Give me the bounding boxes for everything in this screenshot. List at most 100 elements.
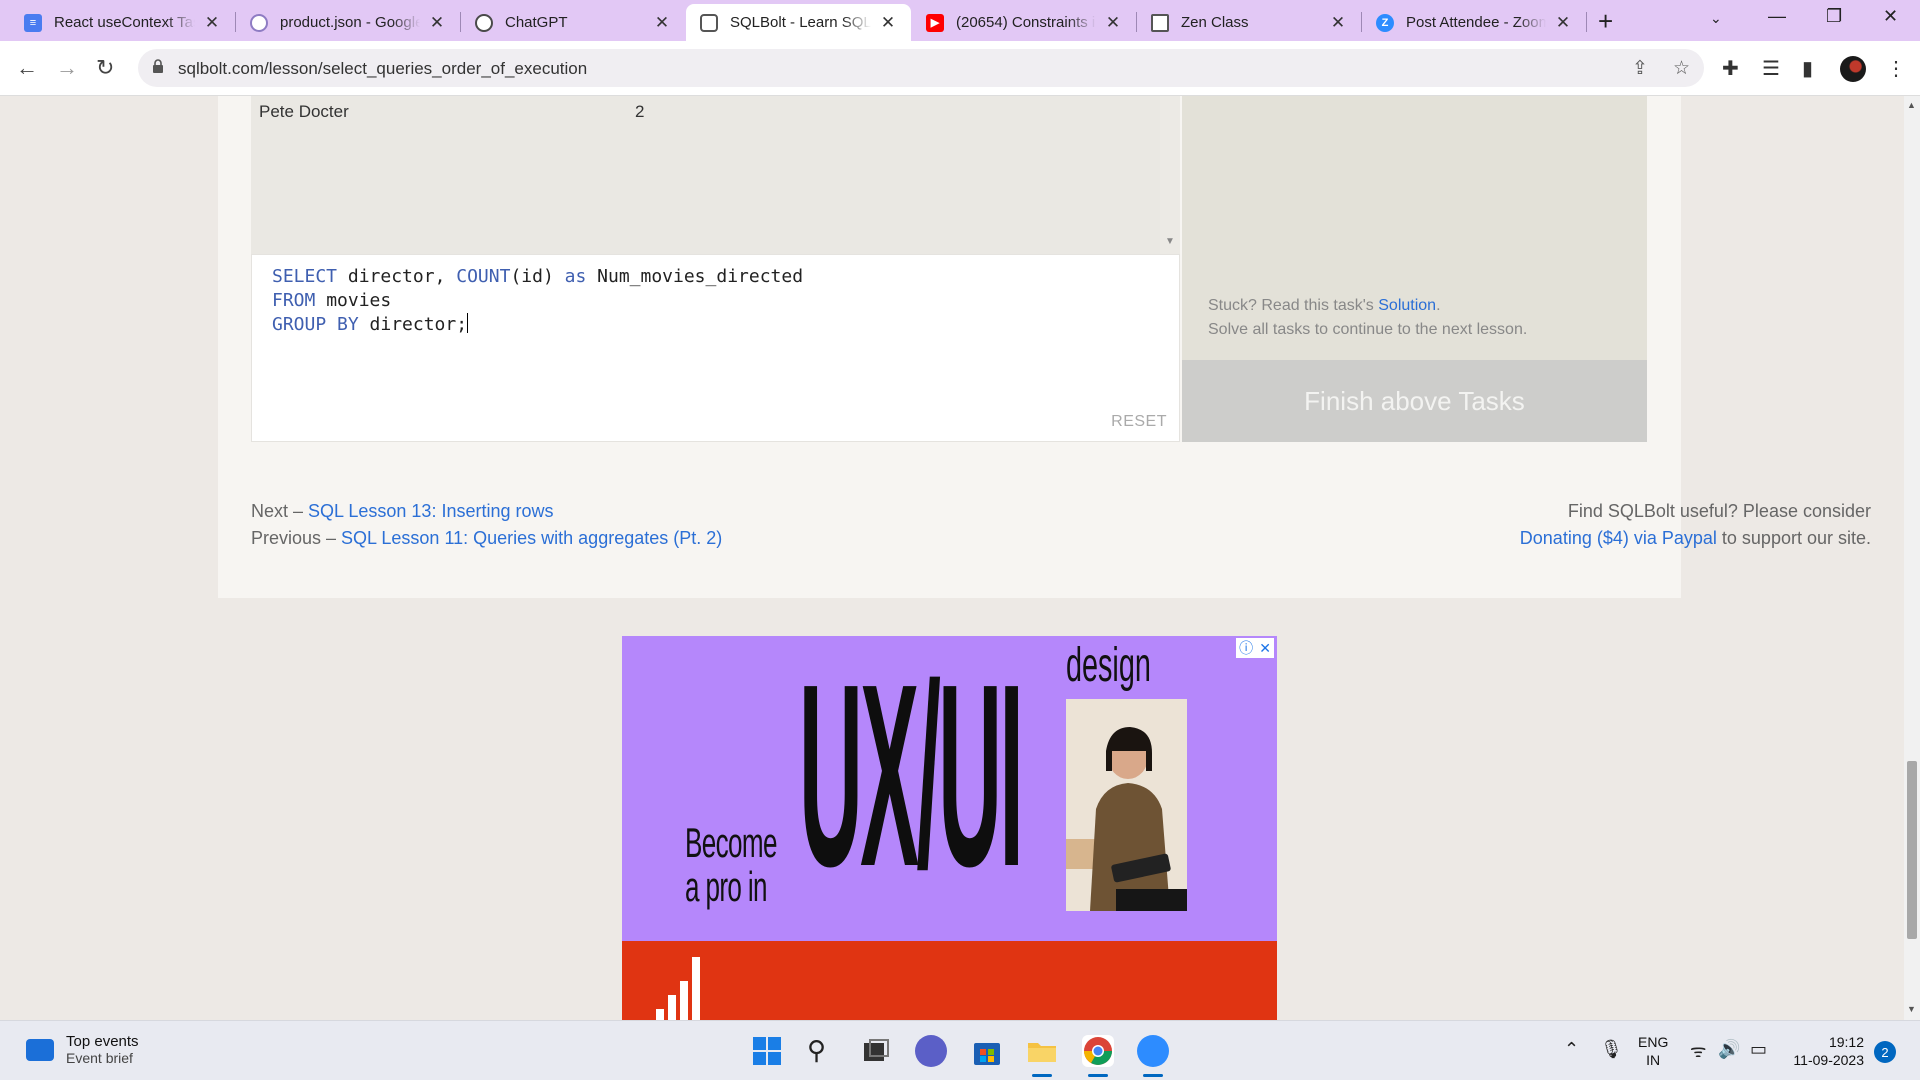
start-icon[interactable] [751, 1035, 783, 1067]
code-line-3: GROUP BY director; [272, 313, 469, 335]
code-line-2: FROM movies [272, 290, 392, 311]
doc-icon: ≡ [24, 13, 42, 32]
windows-logo-icon [753, 1037, 781, 1065]
close-tab-icon[interactable]: ✕ [203, 13, 221, 33]
share-icon[interactable]: ⇪ [1632, 57, 1648, 80]
task-panel: Stuck? Read this task's Solution. Solve … [1182, 96, 1647, 360]
browser-tab-strip: ≡ React useContext Task ✕ product.json -… [0, 0, 1920, 41]
extensions-icon[interactable]: ✚ [1722, 56, 1739, 81]
scroll-up-icon[interactable]: ▲ [1907, 100, 1916, 110]
ad-bars-logo-icon [656, 957, 700, 1020]
solution-link[interactable]: Solution [1378, 297, 1436, 314]
reset-button[interactable]: RESET [1111, 413, 1167, 431]
show-hidden-icons-chevron[interactable]: ⌃ [1564, 1039, 1579, 1060]
back-icon[interactable]: ← [16, 55, 38, 81]
zoom-app-icon[interactable] [1137, 1035, 1169, 1077]
reload-icon[interactable]: ↻ [96, 55, 114, 81]
close-tab-icon[interactable]: ✕ [1329, 13, 1347, 33]
ad-headline: UX/UI [799, 636, 1024, 921]
tab-zen-class[interactable]: Zen Class ✕ [1137, 4, 1361, 41]
finish-tasks-button[interactable]: Finish above Tasks [1182, 360, 1647, 442]
database-icon [700, 13, 718, 32]
ad-close-icon[interactable]: ✕ [1259, 640, 1271, 657]
minimize-icon[interactable]: — [1768, 6, 1786, 27]
zoom-icon: Z [1376, 13, 1394, 32]
result-cell-count: 2 [635, 102, 645, 121]
widgets-icon [26, 1038, 54, 1061]
tab-chatgpt[interactable]: ChatGPT ✕ [461, 4, 685, 41]
page-viewport: Pete Docter 2 ▼ SELECT director, COUNT(i… [0, 96, 1904, 1020]
page-icon [1151, 13, 1169, 32]
file-explorer-icon[interactable] [1026, 1035, 1058, 1077]
profile-avatar[interactable] [1840, 56, 1866, 82]
windows-taskbar: Top events Event brief ⚲ ⌃ 🎙 ENG IN ᯤ 🔊 … [0, 1020, 1920, 1080]
scroll-down-icon[interactable]: ▼ [1907, 1004, 1916, 1014]
drive-icon [250, 13, 268, 32]
result-cell-director: Pete Docter [259, 102, 349, 121]
microphone-icon[interactable]: 🎙 [1600, 1039, 1623, 1060]
ad-lower-banner [622, 941, 1277, 1020]
text-caret [467, 313, 469, 333]
ad-choices[interactable]: ⓘ ✕ [1236, 638, 1274, 658]
new-tab-icon[interactable]: + [1598, 6, 1613, 37]
youtube-icon: ▶ [926, 13, 944, 32]
next-lesson-link[interactable]: SQL Lesson 13: Inserting rows [308, 501, 553, 521]
continue-hint: Solve all tasks to continue to the next … [1208, 321, 1528, 338]
microsoft-store-icon[interactable] [971, 1035, 1003, 1067]
sql-code[interactable]: SELECT director, COUNT(id) as Num_movies… [272, 265, 803, 337]
advertisement-banner[interactable]: Become a pro in UX/UI design ⓘ ✕ [622, 636, 1277, 1020]
restore-icon[interactable]: ❐ [1826, 6, 1842, 27]
search-icon[interactable]: ⚲ [807, 1035, 839, 1067]
address-bar[interactable]: sqlbolt.com/lesson/select_queries_order_… [138, 49, 1704, 87]
menu-kebab-icon[interactable]: ⋮ [1886, 56, 1906, 81]
lesson-navigation: Next – SQL Lesson 13: Inserting rows Pre… [251, 501, 723, 548]
previous-lesson-link[interactable]: SQL Lesson 11: Queries with aggregates (… [341, 528, 722, 548]
reading-list-icon[interactable]: ☰ [1762, 56, 1780, 81]
tab-product-json[interactable]: product.json - Google ✕ [236, 4, 460, 41]
tab-sqlbolt[interactable]: SQLBolt - Learn SQL - ✕ [686, 4, 911, 41]
url-text[interactable]: sqlbolt.com/lesson/select_queries_order_… [178, 59, 587, 79]
wifi-icon[interactable]: ᯤ [1690, 1039, 1706, 1063]
ad-become-text: Become a pro in [685, 819, 777, 910]
scroll-down-icon[interactable]: ▼ [1165, 236, 1175, 247]
tab-react-usecontext[interactable]: ≡ React useContext Task ✕ [10, 4, 235, 41]
tab-youtube-constraints[interactable]: ▶ (20654) Constraints in ✕ [912, 4, 1136, 41]
results-scrollbar[interactable]: ▼ [1160, 96, 1180, 254]
stuck-help: Stuck? Read this task's Solution. Solve … [1208, 294, 1527, 342]
sql-editor[interactable]: SELECT director, COUNT(id) as Num_movies… [251, 254, 1180, 442]
widgets-button[interactable]: Top events Event brief [26, 1033, 139, 1066]
close-tab-icon[interactable]: ✕ [1554, 13, 1572, 33]
close-tab-icon[interactable]: ✕ [879, 13, 897, 33]
close-tab-icon[interactable]: ✕ [1104, 13, 1122, 33]
page-scrollbar[interactable]: ▲ ▼ [1904, 96, 1920, 1020]
donate-note: Find SQLBolt useful? Please consider Don… [1519, 501, 1871, 548]
browser-toolbar: ← → ↻ sqlbolt.com/lesson/select_queries_… [0, 41, 1920, 96]
lock-icon[interactable] [152, 59, 164, 74]
notification-badge[interactable]: 2 [1874, 1041, 1896, 1063]
code-line-1: SELECT director, COUNT(id) as Num_movies… [272, 266, 804, 287]
language-indicator[interactable]: ENG IN [1638, 1033, 1668, 1069]
scrollbar-thumb[interactable] [1907, 761, 1917, 939]
tab-zoom-attendee[interactable]: Z Post Attendee - Zoom ✕ [1362, 4, 1586, 41]
task-view-icon[interactable] [860, 1035, 892, 1067]
close-tab-icon[interactable]: ✕ [653, 13, 671, 33]
teams-chat-icon[interactable] [915, 1035, 947, 1067]
bookmark-star-icon[interactable]: ☆ [1673, 57, 1690, 80]
volume-icon[interactable]: 🔊 [1718, 1039, 1740, 1060]
chatgpt-icon [475, 13, 493, 32]
ad-info-icon[interactable]: ⓘ [1239, 638, 1253, 658]
tab-search-chevron-icon[interactable]: ⌄ [1710, 10, 1722, 27]
ad-photo-woman-tablet [1066, 699, 1187, 911]
clock[interactable]: 19:12 11-09-2023 [1790, 1033, 1864, 1069]
close-tab-icon[interactable]: ✕ [428, 13, 446, 33]
chrome-icon[interactable] [1082, 1035, 1114, 1077]
donate-paypal-link[interactable]: Donating ($4) via Paypal [1520, 528, 1717, 548]
tab-separator [1586, 12, 1587, 32]
query-results-table: Pete Docter 2 [251, 96, 1180, 254]
ad-subword: design [1066, 639, 1151, 692]
close-window-icon[interactable]: ✕ [1883, 6, 1898, 27]
battery-icon[interactable]: ▭ [1750, 1039, 1767, 1060]
forward-icon[interactable]: → [56, 55, 78, 81]
ad-photo-illustration [1066, 699, 1187, 911]
side-panel-icon[interactable]: ▮ [1802, 56, 1813, 81]
